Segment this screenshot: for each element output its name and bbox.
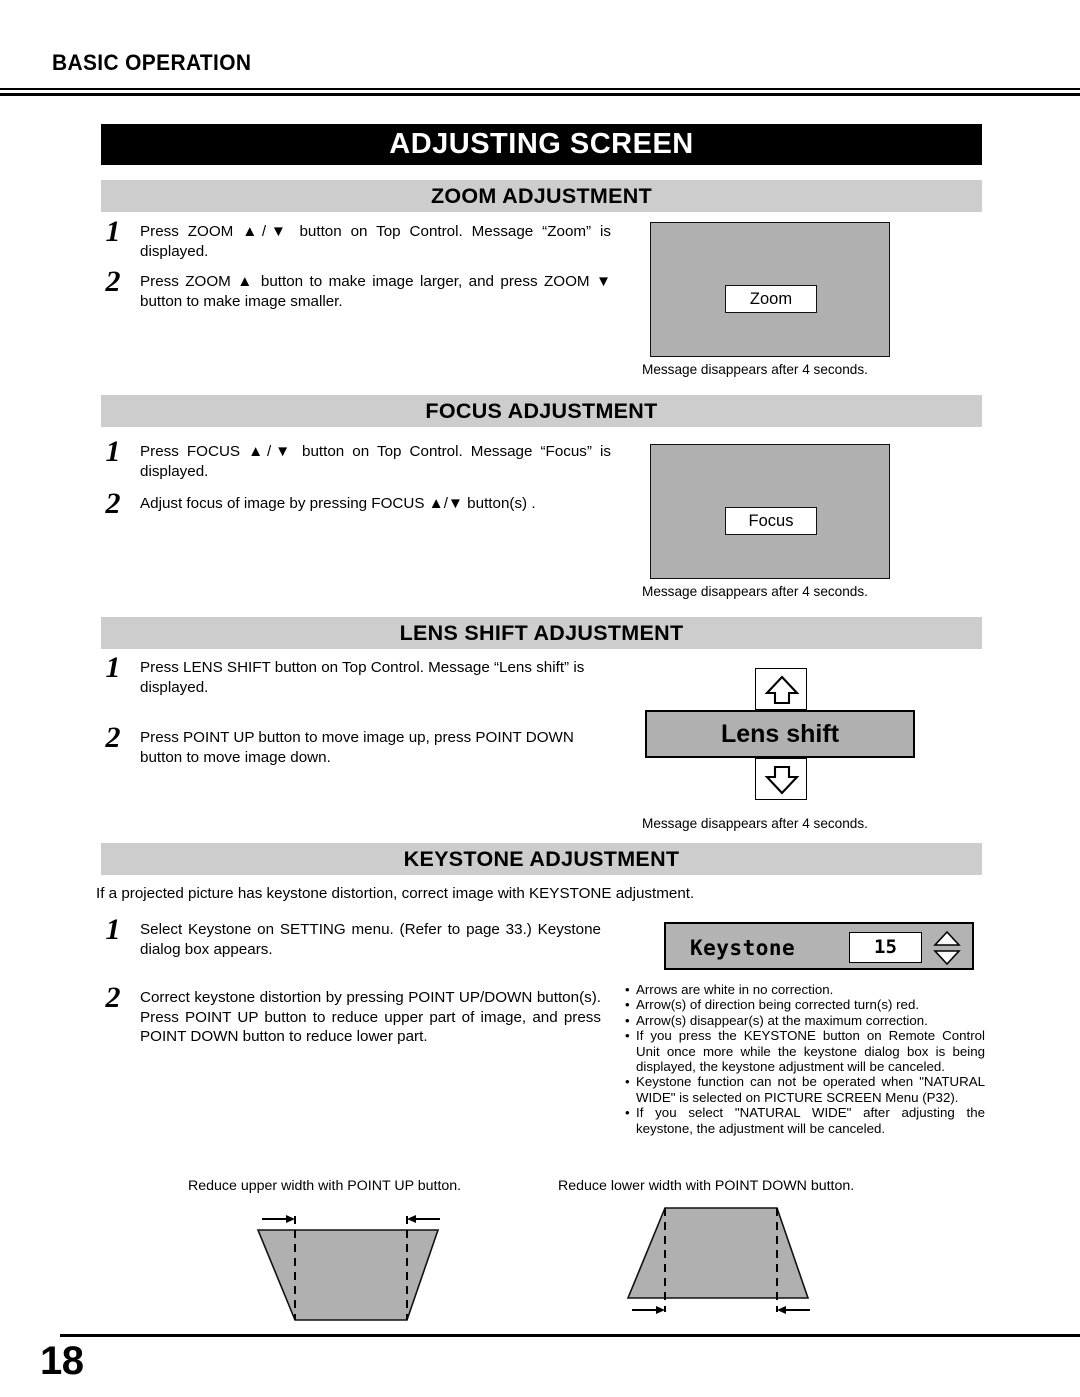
- header-rule-thick: [0, 93, 1080, 96]
- note-item: Arrow(s) disappear(s) at the maximum cor…: [625, 1013, 985, 1029]
- keystone-diagram-lower: [620, 1198, 840, 1338]
- step-text: Press FOCUS ▲/▼ button on Top Control. M…: [140, 443, 611, 480]
- zoom-screen-caption: Message disappears after 4 seconds.: [642, 362, 868, 377]
- step-text: Adjust focus of image by pressing FOCUS …: [140, 495, 536, 512]
- focus-step-1: 1 Press FOCUS ▲/▼ button on Top Control.…: [96, 437, 612, 481]
- step-text: Press ZOOM ▲ button to make image larger…: [140, 273, 611, 310]
- trapezoid-lower-svg: [626, 1207, 810, 1314]
- step-text: Select Keystone on SETTING menu. (Refer …: [140, 921, 601, 958]
- step-number: 2: [105, 265, 121, 298]
- focus-screen-preview: Focus: [650, 444, 890, 579]
- keystone-diagram-upper: [250, 1198, 470, 1338]
- arrow-down-icon: [764, 765, 800, 795]
- keystone-value-field[interactable]: 15: [849, 932, 922, 963]
- page-header: BASIC OPERATION: [0, 0, 1080, 100]
- diagram-caption-lower: Reduce lower width with POINT DOWN butto…: [558, 1178, 855, 1194]
- running-head: BASIC OPERATION: [52, 50, 252, 75]
- section-header-focus: FOCUS ADJUSTMENT: [101, 395, 982, 427]
- step-number: 1: [105, 651, 121, 684]
- keystone-dialog-label: Keystone: [690, 936, 796, 960]
- keystone-intro-text: If a projected picture has keystone dist…: [96, 885, 695, 902]
- section-header-lens-shift: LENS SHIFT ADJUSTMENT: [101, 617, 982, 649]
- zoom-screen-preview: Zoom: [650, 222, 890, 357]
- diagram-caption-upper: Reduce upper width with POINT UP button.: [188, 1178, 462, 1194]
- step-number: 2: [105, 981, 121, 1014]
- keystone-dialog-box: Keystone 15: [664, 922, 974, 970]
- section-header-keystone: KEYSTONE ADJUSTMENT: [101, 843, 982, 875]
- arrow-up-icon: [764, 675, 800, 705]
- footer-rule: [60, 1334, 1080, 1337]
- note-item: Arrow(s) of direction being corrected tu…: [625, 997, 985, 1013]
- page-title-banner: ADJUSTING SCREEN: [101, 124, 982, 165]
- step-number: 2: [105, 721, 121, 754]
- lens-shift-down-box: [755, 758, 807, 800]
- step-number: 1: [105, 913, 121, 946]
- lens-shift-step-1: 1 Press LENS SHIFT button on Top Control…: [96, 653, 616, 697]
- focus-screen-caption: Message disappears after 4 seconds.: [642, 584, 868, 599]
- keystone-step-2: 2 Correct keystone distortion by pressin…: [96, 983, 602, 1047]
- page-number: 18: [40, 1339, 84, 1383]
- lens-shift-step-2: 2 Press POINT UP button to move image up…: [96, 723, 616, 767]
- trapezoid-upper-svg: [256, 1215, 440, 1321]
- section-header-zoom: ZOOM ADJUSTMENT: [101, 180, 982, 212]
- zoom-step-1: 1 Press ZOOM ▲/▼ button on Top Control. …: [96, 217, 612, 261]
- lens-shift-caption: Message disappears after 4 seconds.: [642, 816, 868, 831]
- keystone-step-1: 1 Select Keystone on SETTING menu. (Refe…: [96, 915, 602, 959]
- up-down-arrows-icon: [933, 930, 961, 966]
- step-text: Correct keystone distortion by pressing …: [140, 989, 601, 1045]
- step-number: 1: [105, 215, 121, 248]
- note-item: If you press the KEYSTONE button on Remo…: [625, 1028, 985, 1074]
- step-number: 1: [105, 435, 121, 468]
- zoom-step-2: 2 Press ZOOM ▲ button to make image larg…: [96, 267, 612, 311]
- note-item: Keystone function can not be operated wh…: [625, 1074, 985, 1105]
- step-text: Press POINT UP button to move image up, …: [140, 729, 574, 766]
- note-item: Arrows are white in no correction.: [625, 982, 985, 998]
- lens-shift-up-box: [755, 668, 807, 710]
- step-number: 2: [105, 487, 121, 520]
- lens-shift-osd-bar: Lens shift: [645, 710, 915, 758]
- keystone-notes-list: Arrows are white in no correction. Arrow…: [625, 982, 985, 1136]
- note-item: If you select "NATURAL WIDE" after adjus…: [625, 1105, 985, 1136]
- step-text: Press LENS SHIFT button on Top Control. …: [140, 659, 585, 696]
- keystone-spinner[interactable]: [932, 930, 962, 966]
- header-rule-thin: [0, 88, 1080, 90]
- zoom-osd-message: Zoom: [725, 285, 817, 313]
- focus-osd-message: Focus: [725, 507, 817, 535]
- step-text: Press ZOOM ▲/▼ button on Top Control. Me…: [140, 223, 611, 260]
- focus-step-2: 2 Adjust focus of image by pressing FOCU…: [96, 489, 611, 519]
